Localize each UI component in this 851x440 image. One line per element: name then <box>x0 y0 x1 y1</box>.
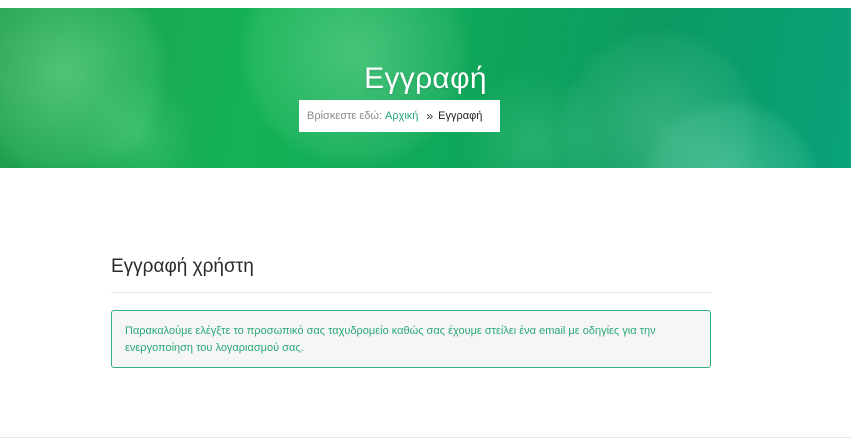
chevron-double-right-icon: » <box>426 109 434 123</box>
bokeh-light <box>640 98 820 168</box>
bokeh-light <box>560 28 760 168</box>
activation-notice: Παρακαλούμε ελέγξτε το προσωπικό σας ταχ… <box>111 310 711 368</box>
breadcrumb-current: Εγγραφή <box>438 110 483 122</box>
page-title: Εγγραφή <box>364 62 487 96</box>
top-strip <box>0 0 851 8</box>
breadcrumb-home-link[interactable]: Αρχική <box>385 110 418 122</box>
notice-text: Παρακαλούμε ελέγξτε το προσωπικό σας ταχ… <box>125 325 656 354</box>
section-heading: Εγγραφή χρήστη <box>111 240 711 293</box>
page-header-banner: Εγγραφή Βρίσκεστε εδώ: Αρχική » Εγγραφή <box>0 8 851 168</box>
footer-divider <box>0 437 851 438</box>
breadcrumb-prefix: Βρίσκεστε εδώ: <box>307 110 382 122</box>
main-content: Εγγραφή χρήστη Παρακαλούμε ελέγξτε το πρ… <box>111 240 711 368</box>
breadcrumb: Βρίσκεστε εδώ: Αρχική » Εγγραφή <box>299 100 500 132</box>
